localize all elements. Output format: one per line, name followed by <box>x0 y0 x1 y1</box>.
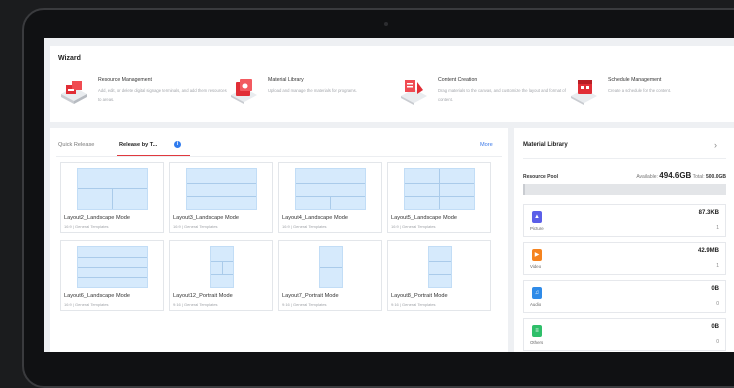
wizard-item-content-creation[interactable]: Content Creation Drag materials to the c… <box>398 74 566 114</box>
more-link[interactable]: More <box>480 142 493 148</box>
wizard-item-name: Material Library <box>268 77 304 83</box>
resource-pool-bar <box>523 184 726 195</box>
wizard-item-desc: Create a schedule for the content. <box>608 88 672 93</box>
app-screen: Wizard Resource Management Add, edit, or… <box>44 38 734 352</box>
schedule-management-icon <box>571 80 597 105</box>
template-subtitle: 16:9 | General Templates <box>282 224 327 229</box>
resource-count: 1 <box>716 225 719 231</box>
resource-count: 1 <box>716 263 719 269</box>
resource-size: 87.3KB <box>698 210 719 216</box>
wizard-item-desc: Drag materials to the canvas, and custom… <box>438 88 566 102</box>
resource-count: 0 <box>716 339 719 345</box>
template-title: Layout8_Portrait Mode <box>391 293 448 299</box>
wizard-item-name: Resource Management <box>98 77 152 83</box>
wizard-item-material-library[interactable]: Material Library Upload and manage the m… <box>228 74 393 114</box>
template-subtitle: 9:16 | General Templates <box>173 302 218 307</box>
template-subtitle: 9:16 | General Templates <box>391 302 436 307</box>
available-value: 494.6GB <box>659 171 692 180</box>
others-icon: ≡ <box>532 325 542 337</box>
template-card[interactable]: Layout12_Portrait Mode 9:16 | General Te… <box>169 240 273 311</box>
template-title: Layout7_Portrait Mode <box>282 293 339 299</box>
wizard-item-desc: Upload and manage the materials for prog… <box>268 88 357 93</box>
tab-divider <box>56 156 502 157</box>
resource-count: 0 <box>716 301 719 307</box>
info-icon[interactable]: i <box>174 141 181 148</box>
wizard-item-desc: Add, edit, or delete digital signage ter… <box>98 88 227 102</box>
wizard-item-name: Schedule Management <box>608 77 662 83</box>
template-thumbnail <box>295 168 366 210</box>
template-thumbnail <box>319 246 343 288</box>
material-library-icon <box>231 79 257 104</box>
available-label: Available: <box>636 174 658 180</box>
template-subtitle: 9:16 | General Templates <box>282 302 327 307</box>
resource-video[interactable]: ▶ Video 42.9MB 1 <box>523 242 726 275</box>
tab-release-by-template[interactable]: Release by T... <box>119 142 157 148</box>
video-icon: ▶ <box>532 249 542 261</box>
release-panel: Quick Release Release by T... i More Lay… <box>50 128 508 352</box>
resource-size: 0B <box>711 324 719 330</box>
template-title: Layout12_Portrait Mode <box>173 293 233 299</box>
total-value: 500.0GB <box>705 174 726 180</box>
resource-others[interactable]: ≡ Others 0B 0 <box>523 318 726 351</box>
material-library-panel: Material Library › Resource Pool Availab… <box>514 128 734 352</box>
resource-pool-stats: Available: 494.6GB Total: 500.0GB <box>636 171 726 180</box>
template-thumbnail <box>428 246 452 288</box>
resource-label: Others <box>530 340 544 345</box>
template-thumbnail <box>77 168 148 210</box>
resource-pool-used <box>523 184 526 195</box>
template-title: Layout3_Landscape Mode <box>173 215 239 221</box>
resource-management-icon <box>61 81 87 104</box>
wizard-item-resource-management[interactable]: Resource Management Add, edit, or delete… <box>58 74 227 114</box>
content-creation-icon <box>401 80 427 105</box>
camera-dot <box>384 22 388 26</box>
template-card[interactable]: Layout8_Portrait Mode 9:16 | General Tem… <box>387 240 491 311</box>
template-subtitle: 16:9 | General Templates <box>391 224 436 229</box>
template-title: Layout6_Landscape Mode <box>64 293 130 299</box>
chevron-right-icon[interactable]: › <box>714 140 717 150</box>
template-thumbnail <box>77 246 148 288</box>
tab-quick-release[interactable]: Quick Release <box>58 142 94 148</box>
template-thumbnail <box>186 168 257 210</box>
resource-label: Audio <box>530 302 542 307</box>
wizard-title: Wizard <box>58 55 81 62</box>
wizard-panel: Wizard Resource Management Add, edit, or… <box>50 46 734 122</box>
panel-divider <box>523 158 726 159</box>
audio-icon: ♫ <box>532 287 542 299</box>
resource-size: 42.9MB <box>697 248 719 254</box>
resource-audio[interactable]: ♫ Audio 0B 0 <box>523 280 726 313</box>
template-thumbnail <box>210 246 234 288</box>
template-subtitle: 16:9 | General Templates <box>64 302 109 307</box>
total-label: Total: <box>692 174 705 180</box>
template-title: Layout4_Landscape Mode <box>282 215 348 221</box>
material-library-title: Material Library <box>523 142 568 148</box>
template-subtitle: 16:9 | General Templates <box>173 224 218 229</box>
resource-label: Video <box>530 264 542 269</box>
template-title: Layout2_Landscape Mode <box>64 215 130 221</box>
template-card[interactable]: Layout6_Landscape Mode 16:9 | General Te… <box>60 240 164 311</box>
template-card[interactable]: Layout3_Landscape Mode 16:9 | General Te… <box>169 162 273 233</box>
template-thumbnail <box>404 168 475 210</box>
template-card[interactable]: Layout5_Landscape Mode 16:9 | General Te… <box>387 162 491 233</box>
resource-picture[interactable]: ▲ Picture 87.3KB 1 <box>523 204 726 237</box>
template-card[interactable]: Layout4_Landscape Mode 16:9 | General Te… <box>278 162 382 233</box>
picture-icon: ▲ <box>532 211 542 223</box>
template-title: Layout5_Landscape Mode <box>391 215 457 221</box>
wizard-item-name: Content Creation <box>438 77 478 83</box>
resource-pool-label: Resource Pool <box>523 174 559 180</box>
resource-label: Picture <box>530 226 544 231</box>
template-card[interactable]: Layout7_Portrait Mode 9:16 | General Tem… <box>278 240 382 311</box>
template-card[interactable]: Layout2_Landscape Mode 16:9 | General Te… <box>60 162 164 233</box>
resource-size: 0B <box>711 286 719 292</box>
template-subtitle: 16:9 | General Templates <box>64 224 109 229</box>
wizard-item-schedule-management[interactable]: Schedule Management Create a schedule fo… <box>568 74 728 114</box>
